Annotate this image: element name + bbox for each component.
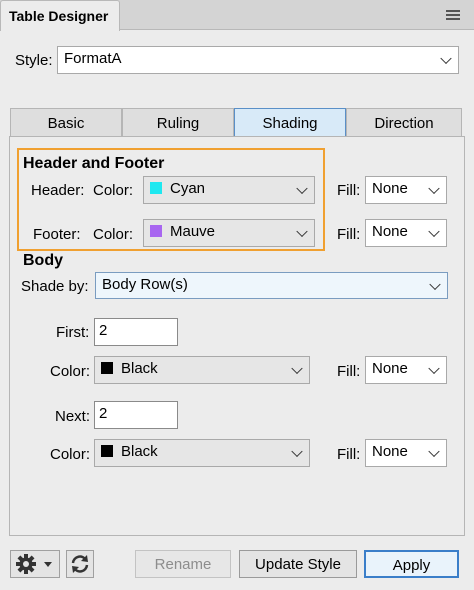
chevron-down-icon [296, 225, 308, 238]
header-color-dropdown[interactable]: Cyan [143, 176, 315, 204]
style-dropdown[interactable]: FormatA [57, 46, 459, 74]
footer-color-label: Color: [93, 226, 134, 243]
first-fill-value: None [372, 360, 408, 377]
tab-direction-label: Direction [374, 115, 434, 132]
first-input[interactable]: 2 [94, 318, 178, 346]
gear-icon [16, 554, 52, 574]
tab-basic-label: Basic [47, 115, 85, 132]
next-color-label: Color: [50, 446, 91, 463]
shade-by-label: Shade by: [21, 278, 89, 295]
next-input-value: 2 [99, 405, 108, 422]
footer-label: Footer: [33, 226, 81, 243]
style-dropdown-value: FormatA [64, 50, 122, 67]
chevron-down-icon [440, 52, 452, 65]
first-label: First: [56, 324, 90, 341]
header-footer-title: Header and Footer [23, 155, 165, 172]
header-label: Header: [31, 182, 85, 199]
next-fill-dropdown[interactable]: None [365, 439, 447, 467]
header-fill-value: None [372, 180, 408, 197]
panel-title-tab[interactable]: Table Designer [0, 0, 120, 31]
chevron-down-icon [291, 362, 303, 375]
next-fill-label: Fill: [337, 446, 361, 463]
chevron-down-icon [44, 562, 52, 567]
shade-by-value: Body Row(s) [102, 276, 188, 293]
tab-ruling[interactable]: Ruling [122, 108, 234, 138]
first-color-swatch [101, 362, 113, 374]
chevron-down-icon [428, 225, 440, 238]
first-color-value: Black [121, 360, 158, 377]
next-input[interactable]: 2 [94, 401, 178, 429]
footer-color-value: Mauve [170, 223, 216, 240]
chevron-down-icon [428, 182, 440, 195]
first-color-label: Color: [50, 363, 91, 380]
header-color-swatch [150, 182, 162, 194]
chevron-down-icon [428, 362, 440, 375]
chevron-down-icon [291, 445, 303, 458]
tab-shading-label: Shading [262, 115, 318, 132]
rename-button-label: Rename [154, 556, 212, 573]
first-fill-dropdown[interactable]: None [365, 356, 447, 384]
panel-title: Table Designer [9, 8, 109, 24]
refresh-button[interactable] [66, 550, 94, 578]
tab-ruling-label: Ruling [156, 115, 200, 132]
first-input-value: 2 [99, 322, 108, 339]
shade-by-dropdown[interactable]: Body Row(s) [95, 272, 448, 299]
update-style-button[interactable]: Update Style [239, 550, 357, 578]
footer-color-dropdown[interactable]: Mauve [143, 219, 315, 247]
update-style-button-label: Update Style [255, 556, 341, 573]
header-color-value: Cyan [170, 180, 206, 197]
apply-button-label: Apply [392, 557, 431, 574]
footer-fill-label: Fill: [337, 226, 361, 243]
first-color-dropdown[interactable]: Black [94, 356, 310, 384]
chevron-down-icon [429, 278, 441, 290]
chevron-down-icon [428, 445, 440, 458]
header-fill-label: Fill: [337, 182, 361, 199]
tab-shading[interactable]: Shading [234, 108, 346, 138]
rename-button[interactable]: Rename [135, 550, 231, 578]
apply-button[interactable]: Apply [364, 550, 459, 578]
footer-color-swatch [150, 225, 162, 237]
chevron-down-icon [296, 182, 308, 195]
first-fill-label: Fill: [337, 363, 361, 380]
tab-basic[interactable]: Basic [10, 108, 122, 138]
next-fill-value: None [372, 443, 408, 460]
next-label: Next: [55, 408, 91, 425]
settings-menu-button[interactable] [10, 550, 60, 578]
header-color-label: Color: [93, 182, 134, 199]
footer-fill-dropdown[interactable]: None [365, 219, 447, 247]
refresh-icon [71, 555, 89, 573]
header-fill-dropdown[interactable]: None [365, 176, 447, 204]
next-color-value: Black [121, 443, 158, 460]
style-label: Style: [15, 52, 53, 69]
next-color-swatch [101, 445, 113, 457]
tab-direction[interactable]: Direction [346, 108, 462, 138]
panel-menu-icon[interactable] [446, 10, 460, 21]
footer-fill-value: None [372, 223, 408, 240]
next-color-dropdown[interactable]: Black [94, 439, 310, 467]
body-title: Body [23, 252, 63, 269]
